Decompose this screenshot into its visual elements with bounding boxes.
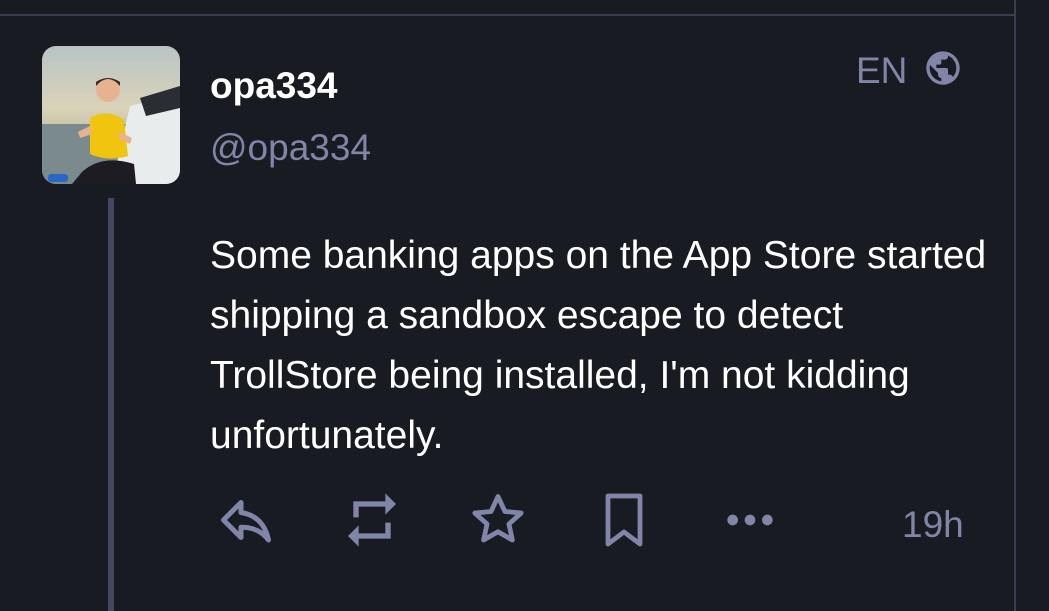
column-border <box>1014 0 1016 611</box>
bookmark-icon <box>592 488 656 557</box>
status-content: Some banking apps on the App Store start… <box>210 234 987 457</box>
favourite-button[interactable] <box>466 490 530 554</box>
boost-button[interactable] <box>340 490 404 554</box>
status-timestamp[interactable]: 19h <box>902 503 964 547</box>
reply-icon <box>216 490 276 555</box>
boost-icon <box>340 488 404 557</box>
reply-button[interactable] <box>214 490 278 554</box>
more-options-button[interactable] <box>718 490 782 554</box>
account-handle[interactable]: @opa334 <box>210 126 371 170</box>
language-code: EN <box>856 49 908 91</box>
action-bar <box>0 490 1014 560</box>
display-name[interactable]: opa334 <box>210 64 338 108</box>
language-indicator: EN <box>856 48 963 93</box>
avatar-photo <box>42 46 180 184</box>
more-icon <box>718 488 782 557</box>
bookmark-button[interactable] <box>592 490 656 554</box>
avatar[interactable] <box>42 46 180 184</box>
globe-icon <box>923 48 963 93</box>
status-card: opa334 @opa334 EN Some banking apps on t… <box>0 0 1049 611</box>
star-icon <box>466 488 530 557</box>
top-divider <box>0 14 1014 16</box>
